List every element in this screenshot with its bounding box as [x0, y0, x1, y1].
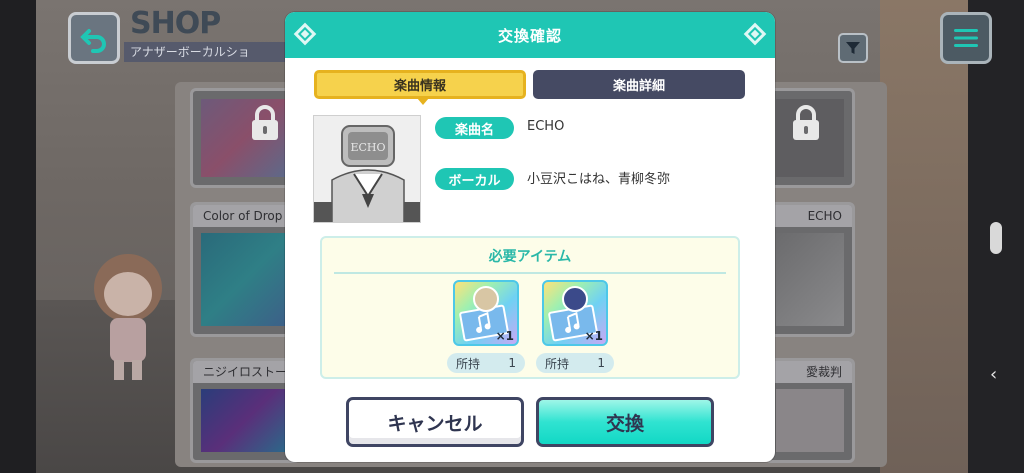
song-card-title: 愛裁判: [768, 361, 852, 383]
dialog-title: 交換確認: [497, 26, 562, 45]
tab-song-info[interactable]: 楽曲情報: [314, 70, 526, 105]
song-card[interactable]: ECHO: [765, 202, 855, 337]
item-quantity: ×1: [495, 329, 514, 343]
chevron-left-icon[interactable]: ‹: [990, 364, 997, 385]
shop-title: SHOP: [130, 6, 221, 41]
dialog-header: 交換確認: [285, 12, 775, 58]
back-arrow-icon: [80, 29, 106, 53]
lock-icon: [252, 105, 278, 140]
song-name-value: ECHO: [527, 119, 565, 134]
menu-button[interactable]: [940, 12, 992, 64]
required-items-box: 必要アイテム ×1 所持 1 ×1 所持 1: [320, 236, 740, 379]
exchange-button[interactable]: 交換: [536, 397, 714, 447]
song-card-image: [776, 233, 844, 326]
owned-count: 所持 1: [536, 353, 614, 373]
menu-icon: [954, 29, 978, 47]
character-avatar: [473, 286, 499, 312]
vocal-label: ボーカル: [435, 168, 514, 190]
screen-edge-left: [0, 0, 36, 473]
jacket-illustration: ECHO: [314, 116, 420, 222]
song-name-label: 楽曲名: [435, 117, 514, 139]
song-card-title: ECHO: [768, 205, 852, 227]
divider: [334, 272, 726, 274]
song-card-image: [201, 233, 289, 326]
filter-button[interactable]: [838, 33, 868, 63]
background-wall: [880, 0, 970, 473]
chibi-character: [88, 248, 168, 388]
song-card-title: Color of Drop: [193, 205, 297, 227]
diamond-icon: [743, 22, 767, 46]
item-quantity: ×1: [584, 329, 603, 343]
vocal-value: 小豆沢こはね、青柳冬弥: [527, 172, 671, 187]
character-avatar: [562, 286, 588, 312]
owned-count: 所持 1: [447, 353, 525, 373]
required-item[interactable]: ×1: [453, 280, 519, 346]
back-button[interactable]: [68, 12, 120, 64]
song-card-title: ニジイロストー: [193, 361, 297, 383]
exchange-confirm-dialog: 交換確認 楽曲情報 楽曲詳細 ECHO 楽曲名 ECHO ボーカル 小豆沢こはね…: [285, 12, 775, 462]
owned-value: 1: [508, 356, 516, 370]
jacket-title: ECHO: [350, 141, 385, 154]
tab-song-detail[interactable]: 楽曲詳細: [533, 70, 745, 99]
scrollbar-thumb[interactable]: [990, 222, 1002, 254]
song-card[interactable]: Color of Drop: [190, 202, 300, 337]
lock-icon: [793, 105, 819, 140]
song-card[interactable]: [765, 88, 855, 188]
song-jacket: ECHO: [313, 115, 421, 223]
owned-label: 所持: [545, 356, 570, 371]
shop-subtitle: アナザーボーカルショ: [124, 42, 294, 62]
required-items-title: 必要アイテム: [488, 249, 572, 265]
owned-label: 所持: [456, 356, 481, 371]
character-illustration: [94, 254, 162, 380]
song-card-image: [201, 389, 289, 452]
diamond-icon: [293, 22, 317, 46]
cancel-button[interactable]: キャンセル: [346, 397, 524, 447]
song-card[interactable]: [190, 88, 300, 188]
owned-value: 1: [597, 356, 605, 370]
song-card-image: [776, 389, 844, 452]
song-card[interactable]: 愛裁判: [765, 358, 855, 463]
song-card[interactable]: ニジイロストー: [190, 358, 300, 463]
required-item[interactable]: ×1: [542, 280, 608, 346]
filter-icon: [846, 42, 860, 54]
